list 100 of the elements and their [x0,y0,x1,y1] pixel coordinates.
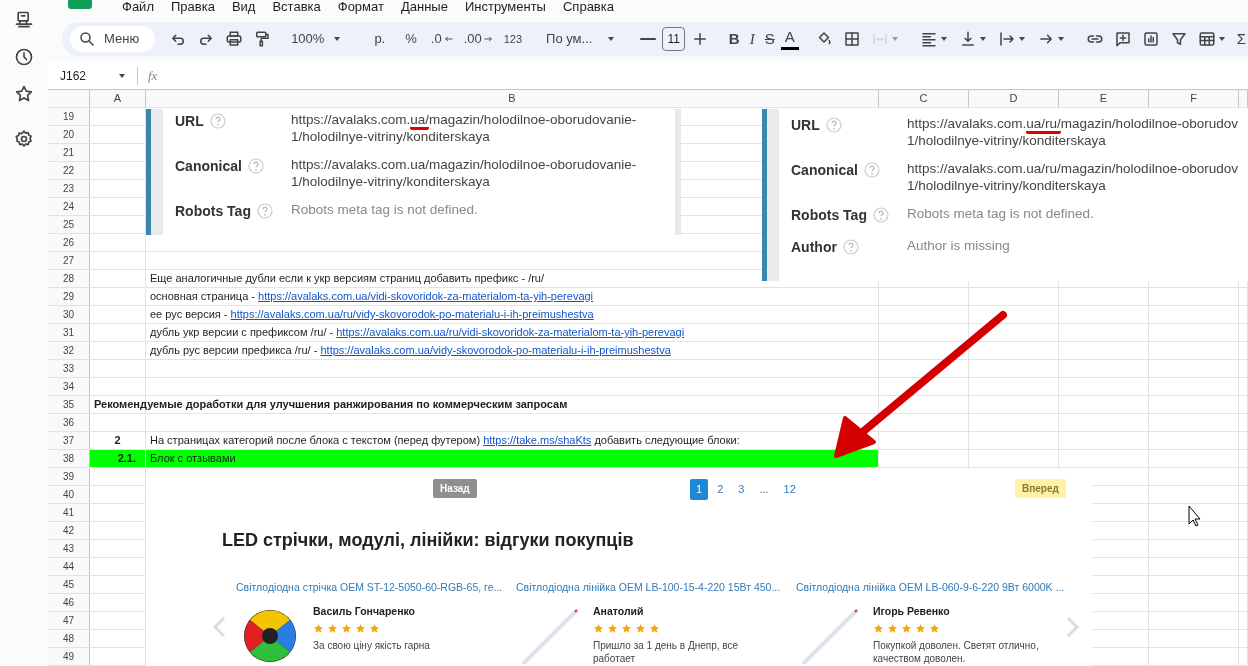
highlighted-cell[interactable]: 2.1. [90,450,146,467]
star-icon [915,622,926,634]
functions-button[interactable]: Σ [1232,26,1248,52]
text-format-button[interactable]: B [724,26,744,52]
font-dropdown[interactable]: По ум... [538,26,625,52]
field-label: Canonical [175,157,242,176]
row-number[interactable]: 36 [48,414,90,431]
row-number[interactable]: 37 [48,432,90,449]
row-number[interactable]: 38 [48,450,90,467]
cell-reference[interactable]: J162 [60,66,87,85]
field-value: https://avalaks.com.ua/ru/magazin/holodilnoe-oborudov [907,160,1238,177]
page-link[interactable]: 2 [711,479,730,500]
menu-item[interactable]: Вид [230,0,257,13]
row-number[interactable]: 49 [48,648,90,665]
row-number[interactable]: 41 [48,504,90,521]
column-header[interactable]: E [1059,90,1149,107]
page-link[interactable]: 12 [777,479,802,500]
decrease-decimals-button[interactable]: .0 [426,26,458,52]
column-header[interactable]: C [879,90,969,107]
menu-item[interactable]: Справка [561,0,615,13]
page-link[interactable]: 3 [732,479,751,500]
review-text: Пришло за 1 день в Днепр, все работает [593,638,740,665]
row-number[interactable]: 35 [48,396,90,413]
product-link[interactable]: Світлодіодна лінійка OEM LB-100-15-4-220 15Вт 450... [516,580,781,596]
row-number[interactable]: 20 [48,126,90,143]
row-number[interactable]: 33 [48,360,90,377]
row-number[interactable]: 46 [48,594,90,611]
cell-link[interactable]: https://avalaks.com.ua/ru/vidi-skovoridok-za-materialom-ta-yih-perevagi [336,326,685,338]
row-number[interactable]: 40 [48,486,90,503]
page-link[interactable]: 1 [690,479,709,500]
row-number[interactable]: 48 [48,630,90,647]
row-number[interactable]: 25 [48,216,90,233]
review-text: За свою ціну якість гарна [313,638,431,652]
mouse-cursor-icon [1188,505,1201,527]
cell-text: 2 [113,433,122,448]
star-icon [929,622,940,634]
column-header[interactable]: D [969,90,1059,107]
paint-roller-icon [253,30,272,48]
menu-item[interactable]: Данные [399,0,449,13]
text-format-button[interactable]: S [760,26,779,52]
row-number[interactable]: 29 [48,288,90,305]
increase-decimals-button[interactable]: .00 [459,26,498,52]
cell-link[interactable]: https://avalaks.com.ua/vidi-skovoridok-za-materialom-ta-yih-perevagi [258,290,594,302]
percent-button[interactable]: % [397,26,425,52]
star-icon [621,622,632,634]
cell-link[interactable]: https://avalaks.com.ua/ru/vidy-skovorodok-po-materialu-i-ih-preimushestva [230,308,594,320]
column-header[interactable]: B [146,90,879,107]
computer-icon [14,10,34,30]
row-number[interactable]: 21 [48,144,90,161]
review-heading: LED стрічки, модулі, лінійки: відгуки покупців [222,529,635,552]
row-number[interactable]: 27 [48,252,90,269]
star-icon [901,622,912,634]
text-format-button[interactable]: A [780,28,799,50]
table-icon [1197,30,1216,48]
field-label: Robots Tag [791,206,867,225]
cell-text: дубль рус версии префикса /ru/ - https://avalaks.com.ua/vidy-skovorodok-po-materialu-i-ih-preimushestva [149,343,672,358]
zoom-dropdown[interactable]: 100% [287,26,347,52]
row-number[interactable]: 23 [48,180,90,197]
reviewer-name: Игорь Ревенко [873,604,951,619]
product-link[interactable]: Світлодіодна стрічка OEM ST-12-5050-60-RGB-65, ге... [236,580,503,596]
column-header[interactable]: A [90,90,146,107]
row-number[interactable]: 47 [48,612,90,629]
row-number[interactable]: 31 [48,324,90,341]
star-icon [649,622,660,634]
menu-item[interactable]: Файл [121,0,155,13]
row-number[interactable]: 26 [48,234,90,251]
cell-link[interactable]: https://take.ms/shaKts [483,434,592,446]
row-number[interactable]: 45 [48,576,90,593]
menu-item[interactable]: Вставка [271,0,322,13]
row-number[interactable]: 44 [48,558,90,575]
row-number[interactable]: 24 [48,198,90,215]
column-header[interactable]: F [1149,90,1239,107]
star-icon [14,84,34,104]
row-number[interactable]: 28 [48,270,90,287]
star-icon [873,622,884,634]
menu-item[interactable]: Правка [169,0,216,13]
row-number[interactable]: 32 [48,342,90,359]
page-link[interactable]: ... [753,479,775,500]
next-page-button[interactable]: Вперед [1015,479,1066,498]
field-value: 1/holodilnye-vitriny/konditerskaya [291,173,491,190]
menu-item[interactable]: Инструменты [463,0,547,13]
cell-link[interactable]: https://avalaks.com.ua/vidy-skovorodok-po-materialu-i-ih-preimushestva [320,344,671,356]
menu-item[interactable]: Формат [336,0,385,13]
row-number[interactable]: 19 [48,108,90,125]
settings-icon [14,129,34,149]
product-link[interactable]: Світлодіодна лінійка OEM LB-060-9-6-220 9Вт 6000K ... [796,580,1065,596]
row-number[interactable]: 43 [48,540,90,557]
row-number[interactable]: 34 [48,378,90,395]
row-number[interactable]: 30 [48,306,90,323]
font-size-field[interactable]: 11 [662,27,685,51]
reviewer-name: Василь Гончаренко [313,604,416,619]
field-value: https://avalaks.com.ua/magazin/holodilnoe-oborudovanie- [291,156,637,173]
row-number[interactable]: 39 [48,468,90,485]
row-number[interactable]: 42 [48,522,90,539]
row-number[interactable]: 22 [48,162,90,179]
number-format-button[interactable]: 123 [499,26,527,52]
currency-button[interactable]: р. [364,26,396,52]
highlighted-cell[interactable]: Блок с отзывами [146,450,879,467]
search-menu-button[interactable]: Меню [70,26,156,52]
text-format-button[interactable]: I [745,26,759,52]
